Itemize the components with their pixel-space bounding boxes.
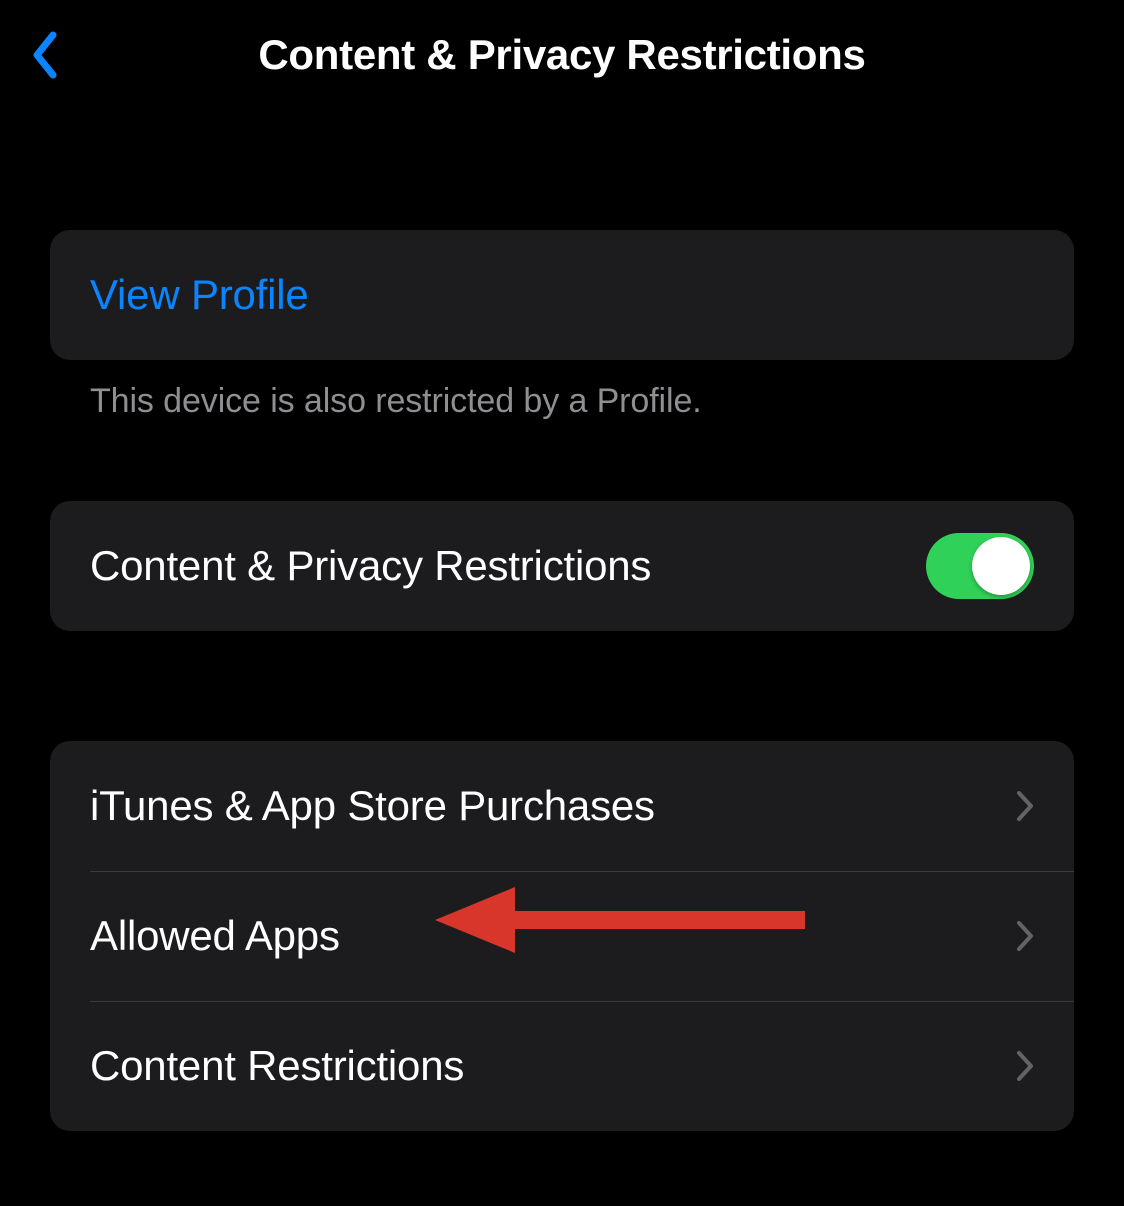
profile-group: View Profile xyxy=(50,230,1074,360)
page-title: Content & Privacy Restrictions xyxy=(20,31,1104,79)
restrictions-toggle-group: Content & Privacy Restrictions xyxy=(50,501,1074,631)
back-button[interactable] xyxy=(15,25,75,85)
chevron-right-icon xyxy=(1016,1050,1034,1082)
chevron-right-icon xyxy=(1016,920,1034,952)
toggle-knob xyxy=(972,537,1030,595)
view-profile-label: View Profile xyxy=(90,271,309,319)
restrictions-toggle[interactable] xyxy=(926,533,1034,599)
chevron-left-icon xyxy=(31,31,59,79)
restrictions-toggle-row[interactable]: Content & Privacy Restrictions xyxy=(50,501,1074,631)
content-restrictions-label: Content Restrictions xyxy=(90,1042,464,1090)
settings-group: iTunes & App Store Purchases Allowed App… xyxy=(50,741,1074,1131)
navigation-bar: Content & Privacy Restrictions xyxy=(0,0,1124,110)
allowed-apps-label: Allowed Apps xyxy=(90,912,340,960)
chevron-right-icon xyxy=(1016,790,1034,822)
content-area: View Profile This device is also restric… xyxy=(0,230,1124,1131)
allowed-apps-row[interactable]: Allowed Apps xyxy=(50,871,1074,1001)
view-profile-row[interactable]: View Profile xyxy=(50,230,1074,360)
restrictions-toggle-label: Content & Privacy Restrictions xyxy=(90,542,651,590)
itunes-purchases-row[interactable]: iTunes & App Store Purchases xyxy=(50,741,1074,871)
content-restrictions-row[interactable]: Content Restrictions xyxy=(50,1001,1074,1131)
profile-footer-note: This device is also restricted by a Prof… xyxy=(50,360,1074,421)
itunes-purchases-label: iTunes & App Store Purchases xyxy=(90,782,655,830)
